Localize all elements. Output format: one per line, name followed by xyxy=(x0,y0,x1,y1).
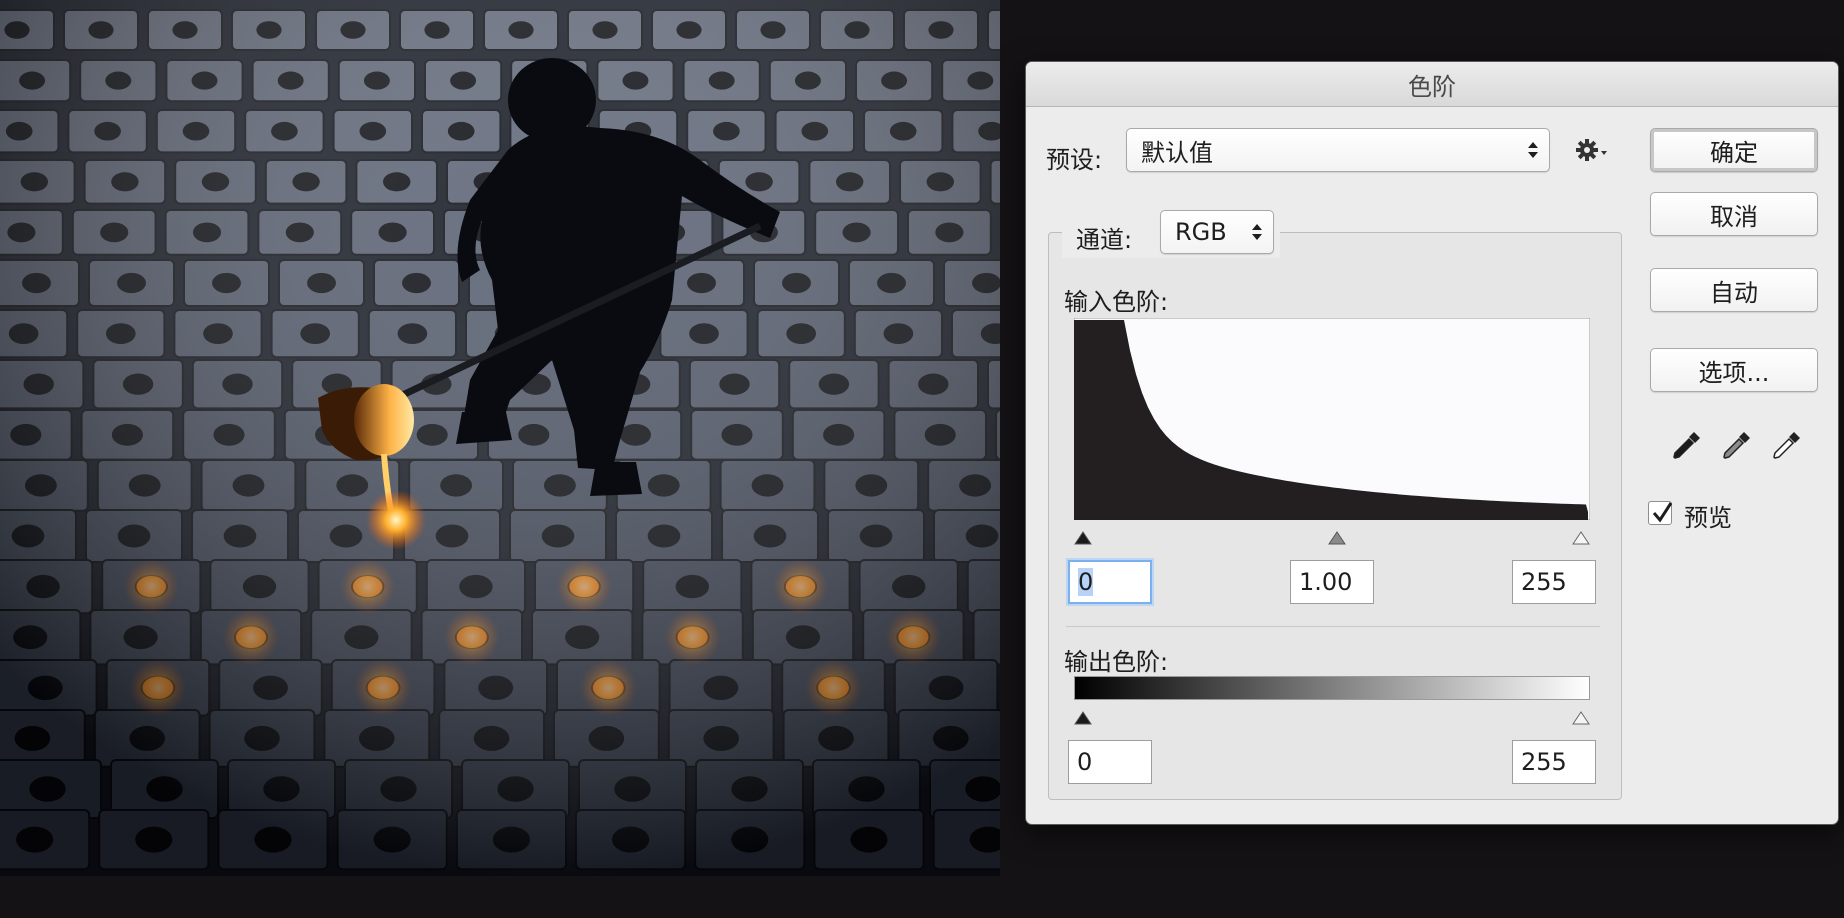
preset-label: 预设: xyxy=(1046,146,1103,174)
auto-button[interactable]: 自动 xyxy=(1650,268,1818,312)
output-slider-track[interactable] xyxy=(1074,702,1590,728)
output-black-value: 0 xyxy=(1077,748,1093,776)
input-gamma-field[interactable]: 1.00 xyxy=(1290,560,1374,604)
output-white-slider[interactable] xyxy=(1572,711,1590,725)
popup-arrows-icon xyxy=(1528,142,1538,158)
input-gamma-value: 1.00 xyxy=(1299,568,1353,596)
channel-value: RGB xyxy=(1175,218,1227,246)
black-point-eyedropper-icon[interactable] xyxy=(1668,428,1704,464)
divider xyxy=(1066,626,1600,627)
input-white-field[interactable]: 255 xyxy=(1512,560,1596,604)
ok-button[interactable]: 确定 xyxy=(1650,128,1818,172)
checkmark-icon xyxy=(1652,502,1673,523)
cancel-button[interactable]: 取消 xyxy=(1650,192,1818,236)
input-white-slider[interactable] xyxy=(1572,531,1590,545)
gear-icon[interactable] xyxy=(1576,138,1610,164)
channel-label: 通道: xyxy=(1076,226,1133,254)
photo-canvas xyxy=(0,0,1000,876)
output-black-slider[interactable] xyxy=(1074,711,1092,725)
popup-arrows-icon xyxy=(1252,224,1262,240)
options-button[interactable]: 选项... xyxy=(1650,348,1818,392)
input-black-value: 0 xyxy=(1078,568,1094,596)
output-gradient-bar xyxy=(1074,676,1590,700)
input-white-value: 255 xyxy=(1521,568,1567,596)
output-black-field[interactable]: 0 xyxy=(1068,740,1152,784)
gray-point-eyedropper-icon[interactable] xyxy=(1718,428,1754,464)
input-levels-label: 输入色阶: xyxy=(1064,288,1169,316)
channel-select[interactable]: RGB xyxy=(1160,210,1274,254)
input-black-field[interactable]: 0 xyxy=(1068,560,1152,604)
dialog-titlebar[interactable]: 色阶 xyxy=(1026,62,1838,107)
white-point-eyedropper-icon[interactable] xyxy=(1768,428,1804,464)
preset-select[interactable]: 默认值 xyxy=(1126,128,1550,172)
histogram xyxy=(1074,318,1590,520)
preview-label: 预览 xyxy=(1684,504,1732,532)
preset-value: 默认值 xyxy=(1141,138,1213,167)
output-white-value: 255 xyxy=(1521,748,1567,776)
levels-dialog: 色阶 预设: 默认值 确定 取消 自动 选项... 预览 通道: RGB 输入色… xyxy=(1026,62,1838,824)
input-black-slider[interactable] xyxy=(1074,531,1092,545)
dialog-title: 色阶 xyxy=(1408,72,1456,101)
output-white-field[interactable]: 255 xyxy=(1512,740,1596,784)
input-slider-track[interactable] xyxy=(1074,522,1590,548)
output-levels-label: 输出色阶: xyxy=(1064,648,1169,676)
preview-checkbox[interactable] xyxy=(1648,501,1673,525)
input-gamma-slider[interactable] xyxy=(1328,531,1346,545)
